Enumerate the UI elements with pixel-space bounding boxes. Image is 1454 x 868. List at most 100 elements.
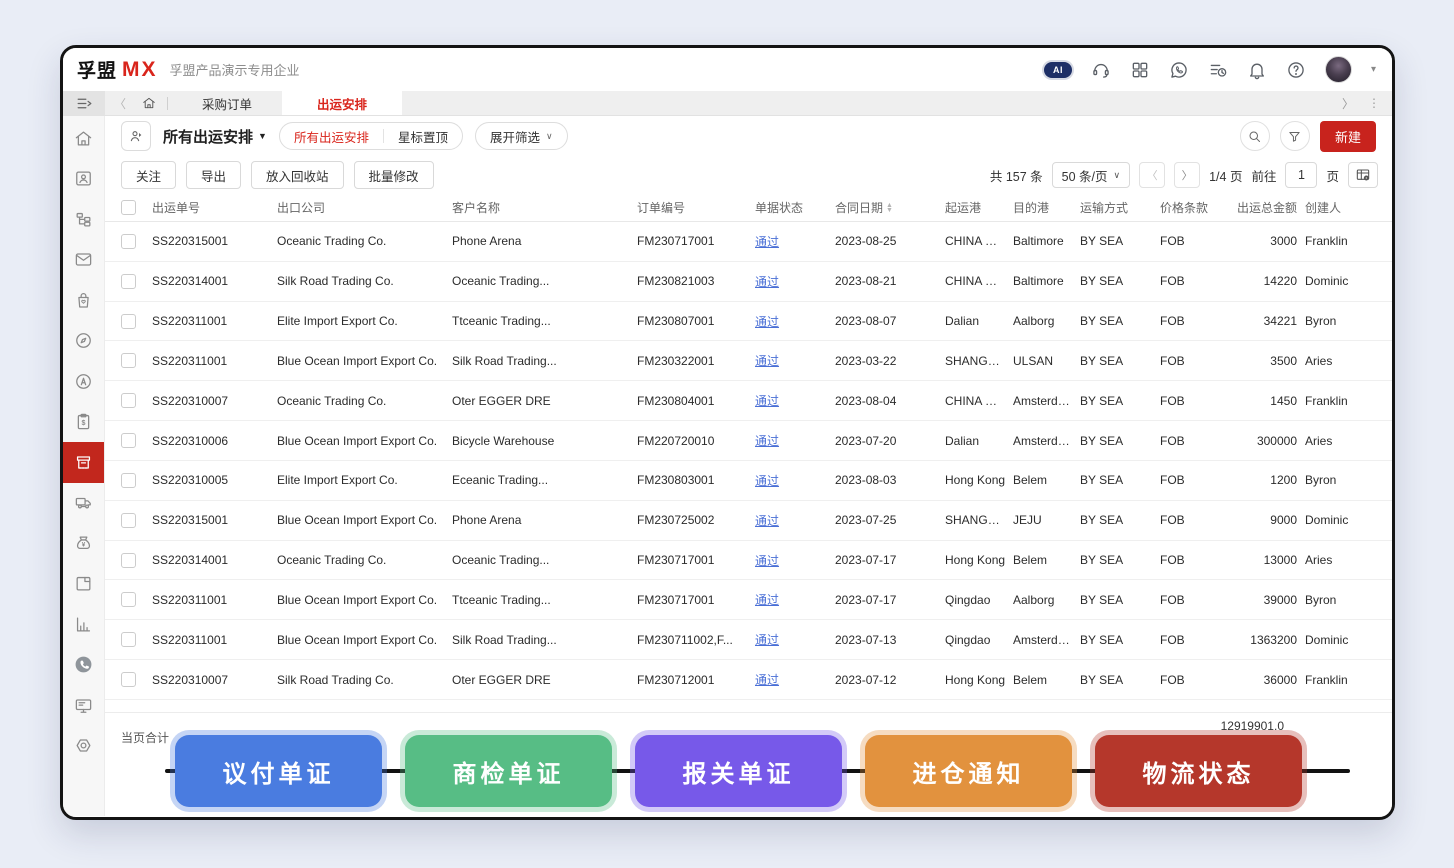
table-row[interactable]: SS220315001 Blue Ocean Import Export Co.… bbox=[105, 501, 1392, 541]
sidebar-toggle[interactable] bbox=[63, 91, 105, 115]
sidebar-item-notebook[interactable] bbox=[63, 564, 104, 605]
view-owner-filter-button[interactable] bbox=[121, 121, 151, 151]
apps-grid-icon[interactable] bbox=[1130, 60, 1150, 80]
table-row[interactable]: SS220310005 Elite Import Export Co. Ecea… bbox=[105, 461, 1392, 501]
ai-assistant-icon[interactable]: AI bbox=[1044, 62, 1072, 78]
cell-destination-port: Aalborg bbox=[1013, 593, 1080, 607]
sidebar-item-home[interactable] bbox=[63, 118, 104, 159]
notifications-bell-icon[interactable] bbox=[1247, 60, 1267, 80]
flow-button-3[interactable]: 进仓通知 bbox=[865, 735, 1072, 807]
row-checkbox[interactable] bbox=[121, 314, 136, 329]
cell-status-link[interactable]: 通过 bbox=[755, 354, 779, 368]
cell-status-link[interactable]: 通过 bbox=[755, 593, 779, 607]
flow-button-4[interactable]: 物流状态 bbox=[1095, 735, 1302, 807]
table-row[interactable]: SS220314001 Silk Road Trading Co. Oceani… bbox=[105, 262, 1392, 302]
segment-all-shipments[interactable]: 所有出运安排 bbox=[280, 127, 383, 146]
row-checkbox[interactable] bbox=[121, 234, 136, 249]
filter-funnel-button[interactable] bbox=[1280, 121, 1310, 151]
sidebar-item-truck[interactable] bbox=[63, 483, 104, 524]
chevron-down-icon[interactable]: ▾ bbox=[1371, 64, 1376, 75]
sidebar-item-org-chart[interactable] bbox=[63, 199, 104, 240]
cell-total-amount: 1363200 bbox=[1232, 633, 1297, 647]
flow-button-2[interactable]: 报关单证 bbox=[635, 735, 842, 807]
select-all-checkbox[interactable] bbox=[121, 200, 136, 215]
help-icon[interactable] bbox=[1286, 60, 1306, 80]
sidebar-item-shipping-docs[interactable] bbox=[63, 442, 104, 483]
table-row[interactable]: SS220315001 Oceanic Trading Co. Phone Ar… bbox=[105, 222, 1392, 262]
task-list-icon[interactable] bbox=[1208, 60, 1228, 80]
row-checkbox[interactable] bbox=[121, 473, 136, 488]
sidebar-item-money-bag[interactable]: ¥ bbox=[63, 523, 104, 564]
tab-forward-icon[interactable]: 〉 bbox=[1342, 95, 1354, 112]
sidebar-item-settings[interactable] bbox=[63, 726, 104, 767]
tab-shipping-arrangement[interactable]: 出运安排 bbox=[282, 91, 402, 115]
cell-status-link[interactable]: 通过 bbox=[755, 394, 779, 408]
flow-button-0[interactable]: 议付单证 bbox=[175, 735, 382, 807]
sidebar-item-monitor[interactable] bbox=[63, 685, 104, 726]
search-button[interactable] bbox=[1240, 121, 1270, 151]
headset-support-icon[interactable] bbox=[1091, 60, 1111, 80]
sidebar-item-mail[interactable] bbox=[63, 240, 104, 281]
cell-price-terms: FOB bbox=[1160, 513, 1232, 527]
cell-status-link[interactable]: 通过 bbox=[755, 434, 779, 448]
sidebar-item-circle-a[interactable] bbox=[63, 361, 104, 402]
table-row[interactable]: SS220311001 Blue Ocean Import Export Co.… bbox=[105, 580, 1392, 620]
sidebar-item-contacts[interactable] bbox=[63, 159, 104, 200]
row-checkbox[interactable] bbox=[121, 672, 136, 687]
row-checkbox[interactable] bbox=[121, 513, 136, 528]
flow-button-1[interactable]: 商检单证 bbox=[405, 735, 612, 807]
create-button[interactable]: 新建 bbox=[1320, 121, 1376, 152]
segment-starred-top[interactable]: 星标置顶 bbox=[384, 127, 462, 146]
prev-page-button[interactable]: 〈 bbox=[1139, 162, 1165, 188]
row-checkbox[interactable] bbox=[121, 393, 136, 408]
cell-status-link[interactable]: 通过 bbox=[755, 673, 779, 687]
whatsapp-icon[interactable] bbox=[1169, 60, 1189, 80]
table-row[interactable]: SS220310007 Oceanic Trading Co. Oter EGG… bbox=[105, 381, 1392, 421]
tab-back-icon[interactable]: 〈 bbox=[105, 95, 135, 112]
expand-filter-button[interactable]: 展开筛选 ∨ bbox=[475, 122, 568, 150]
table-row[interactable]: SS220310006 Blue Ocean Import Export Co.… bbox=[105, 421, 1392, 461]
recycle-bin-button[interactable]: 放入回收站 bbox=[251, 161, 344, 189]
view-selector[interactable]: 所有出运安排 ▼ bbox=[163, 126, 267, 147]
batch-edit-button[interactable]: 批量修改 bbox=[354, 161, 434, 189]
export-button[interactable]: 导出 bbox=[186, 161, 241, 189]
follow-button[interactable]: 关注 bbox=[121, 161, 176, 189]
cell-status-link[interactable]: 通过 bbox=[755, 633, 779, 647]
cell-creator: Dominic bbox=[1297, 274, 1392, 288]
sort-icon[interactable]: ▲▼ bbox=[886, 203, 893, 213]
sidebar-item-compass[interactable] bbox=[63, 321, 104, 362]
page-size-select[interactable]: 50 条/页 ∨ bbox=[1052, 162, 1130, 188]
cell-status-link[interactable]: 通过 bbox=[755, 275, 779, 289]
row-checkbox[interactable] bbox=[121, 274, 136, 289]
cell-transport-mode: BY SEA bbox=[1080, 553, 1160, 567]
row-checkbox[interactable] bbox=[121, 592, 136, 607]
table-row[interactable]: SS220314001 Oceanic Trading Co. Oceanic … bbox=[105, 541, 1392, 581]
column-settings-button[interactable] bbox=[1348, 162, 1378, 188]
tab-purchase-orders[interactable]: 采购订单 bbox=[172, 91, 282, 115]
row-checkbox[interactable] bbox=[121, 353, 136, 368]
cell-status-link[interactable]: 通过 bbox=[755, 474, 779, 488]
cell-price-terms: FOB bbox=[1160, 354, 1232, 368]
cell-port-of-loading: Hong Kong bbox=[945, 553, 1013, 567]
sidebar-item-bar-chart[interactable] bbox=[63, 604, 104, 645]
next-page-button[interactable]: 〉 bbox=[1174, 162, 1200, 188]
table-row[interactable]: SS220310007 Silk Road Trading Co. Oter E… bbox=[105, 660, 1392, 700]
tab-home-icon[interactable] bbox=[135, 96, 163, 110]
cell-status-link[interactable]: 通过 bbox=[755, 235, 779, 249]
cell-status-link[interactable]: 通过 bbox=[755, 315, 779, 329]
sidebar-item-whatsapp-filled[interactable] bbox=[63, 645, 104, 686]
goto-page-input[interactable] bbox=[1285, 162, 1317, 188]
table-row[interactable]: SS220311001 Blue Ocean Import Export Co.… bbox=[105, 341, 1392, 381]
cell-status-link[interactable]: 通过 bbox=[755, 514, 779, 528]
user-avatar[interactable] bbox=[1325, 56, 1352, 83]
sidebar-item-clipboard-finance[interactable]: $ bbox=[63, 402, 104, 443]
table-row[interactable]: SS220311001 Elite Import Export Co. Ttce… bbox=[105, 302, 1392, 342]
cell-customer-name: Silk Road Trading... bbox=[452, 354, 637, 368]
sidebar-item-shopping-bag[interactable] bbox=[63, 280, 104, 321]
row-checkbox[interactable] bbox=[121, 553, 136, 568]
cell-status-link[interactable]: 通过 bbox=[755, 554, 779, 568]
table-row[interactable]: SS220311001 Blue Ocean Import Export Co.… bbox=[105, 620, 1392, 660]
tab-more-icon[interactable]: ⋮ bbox=[1368, 96, 1380, 110]
row-checkbox[interactable] bbox=[121, 632, 136, 647]
row-checkbox[interactable] bbox=[121, 433, 136, 448]
